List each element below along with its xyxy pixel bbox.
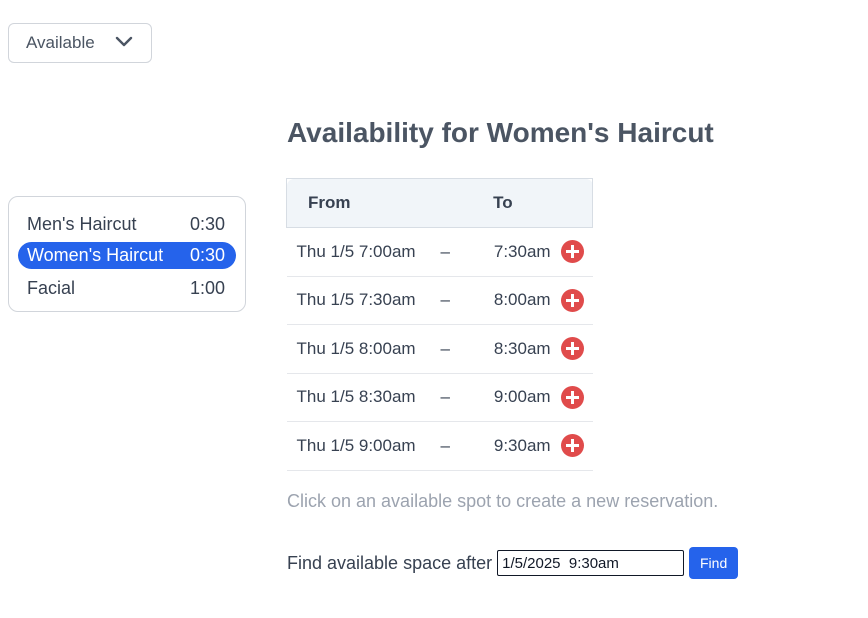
- slot-row[interactable]: Thu 1/5 7:30am – 8:00am: [286, 276, 593, 325]
- service-name: Facial: [27, 277, 76, 298]
- slot-separator: –: [434, 421, 457, 471]
- slot-to: 9:30am: [456, 421, 553, 471]
- service-list: Men's Haircut 0:30 Women's Haircut 0:30 …: [8, 196, 246, 312]
- slot-to: 9:00am: [456, 373, 553, 422]
- service-item-womens-haircut[interactable]: Women's Haircut 0:30: [18, 242, 236, 269]
- chevron-down-icon: [115, 36, 133, 47]
- slot-row[interactable]: Thu 1/5 7:00am – 7:30am: [286, 227, 593, 277]
- service-duration: 0:30: [189, 245, 225, 265]
- slot-from: Thu 1/5 8:30am: [286, 373, 435, 422]
- service-item-facial[interactable]: Facial 1:00: [18, 272, 236, 304]
- from-column-header: From: [286, 178, 435, 228]
- availability-filter-select[interactable]: Available: [8, 23, 152, 63]
- slot-to: 7:30am: [456, 227, 553, 277]
- find-space-row: Find available space after Find: [287, 547, 739, 579]
- availability-table: From To Thu 1/5 7:00am – 7:30am Thu 1/5 …: [286, 178, 594, 471]
- slot-separator: –: [434, 373, 457, 422]
- service-duration: 0:30: [189, 213, 225, 234]
- add-circle-icon[interactable]: [560, 288, 584, 312]
- slot-from: Thu 1/5 8:00am: [286, 324, 435, 374]
- to-column-header: To: [456, 178, 594, 228]
- slot-row[interactable]: Thu 1/5 9:00am – 9:30am: [286, 421, 593, 471]
- find-button[interactable]: Find: [689, 547, 739, 579]
- find-label: Find available space after: [287, 552, 493, 573]
- slot-from: Thu 1/5 7:30am: [286, 276, 435, 325]
- slot-separator: –: [434, 324, 457, 374]
- find-datetime-input[interactable]: [497, 550, 685, 576]
- slot-from: Thu 1/5 7:00am: [286, 227, 435, 277]
- slot-separator: –: [434, 276, 457, 325]
- add-circle-icon[interactable]: [560, 385, 584, 409]
- filter-value: Available: [26, 33, 95, 52]
- slot-to: 8:00am: [456, 276, 553, 325]
- add-circle-icon[interactable]: [560, 337, 584, 361]
- reservation-hint: Click on an available spot to create a n…: [287, 491, 719, 511]
- slot-row[interactable]: Thu 1/5 8:00am – 8:30am: [286, 324, 593, 374]
- service-name: Men's Haircut: [27, 213, 137, 234]
- service-name: Women's Haircut: [27, 245, 164, 265]
- service-duration: 1:00: [189, 277, 225, 298]
- slot-separator: –: [434, 227, 457, 277]
- slot-to: 8:30am: [456, 324, 553, 374]
- slot-from: Thu 1/5 9:00am: [286, 421, 435, 471]
- add-circle-icon[interactable]: [560, 434, 584, 458]
- table-header-row: From To: [286, 178, 594, 228]
- add-circle-icon[interactable]: [560, 240, 584, 264]
- page-title: Availability for Women's Haircut: [287, 117, 714, 148]
- slot-row[interactable]: Thu 1/5 8:30am – 9:00am: [286, 373, 593, 422]
- service-item-mens-haircut[interactable]: Men's Haircut 0:30: [18, 208, 236, 240]
